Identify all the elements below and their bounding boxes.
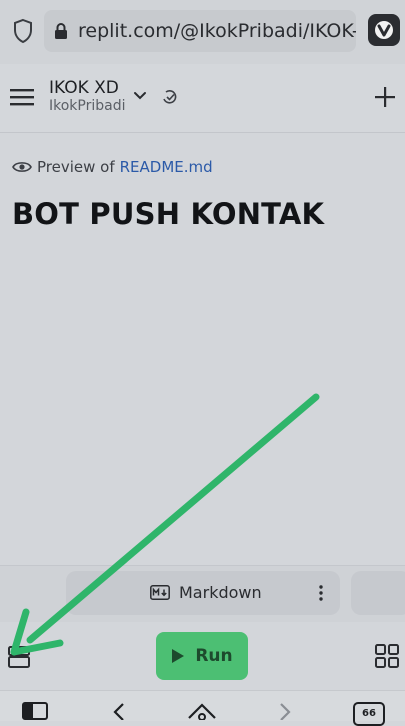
hamburger-menu-icon[interactable]: [10, 88, 34, 106]
vivaldi-menu-icon[interactable]: [368, 14, 400, 46]
markdown-icon: [150, 585, 170, 600]
more-options-icon[interactable]: [316, 584, 326, 602]
sync-check-icon[interactable]: [160, 87, 180, 107]
readme-heading: BOT PUSH KONTAK: [12, 197, 325, 231]
run-button[interactable]: Run: [156, 632, 248, 680]
home-icon[interactable]: [186, 702, 218, 720]
panel-toggle-icon[interactable]: [22, 702, 48, 720]
url-text: replit.com/@IkokPribadi/IKOK-XD: [78, 20, 356, 42]
readme-link[interactable]: README.md: [120, 158, 213, 176]
address-bar[interactable]: replit.com/@IkokPribadi/IKOK-XD: [44, 10, 356, 52]
markdown-tab-label: Markdown: [179, 583, 262, 602]
repl-owner[interactable]: IkokPribadi: [49, 98, 126, 114]
add-tab-plus-icon[interactable]: [372, 84, 398, 110]
play-icon: [172, 649, 185, 663]
eye-icon: [12, 162, 32, 172]
next-file-tab[interactable]: [351, 571, 405, 615]
back-arrow-icon[interactable]: [110, 702, 128, 720]
tab-counter[interactable]: 66: [353, 702, 385, 726]
forward-arrow-icon[interactable]: [276, 702, 294, 720]
run-button-label: Run: [195, 646, 233, 666]
preview-prefix: Preview of: [37, 158, 115, 176]
tools-panel-icon[interactable]: [6, 645, 32, 669]
repl-name[interactable]: IKOK XD: [49, 78, 119, 98]
grid-panes-icon[interactable]: [374, 643, 400, 669]
lock-icon: [55, 23, 67, 39]
chevron-down-icon[interactable]: [132, 88, 148, 104]
shield-icon[interactable]: [8, 12, 38, 50]
preview-caption: Preview of README.md: [12, 158, 213, 176]
